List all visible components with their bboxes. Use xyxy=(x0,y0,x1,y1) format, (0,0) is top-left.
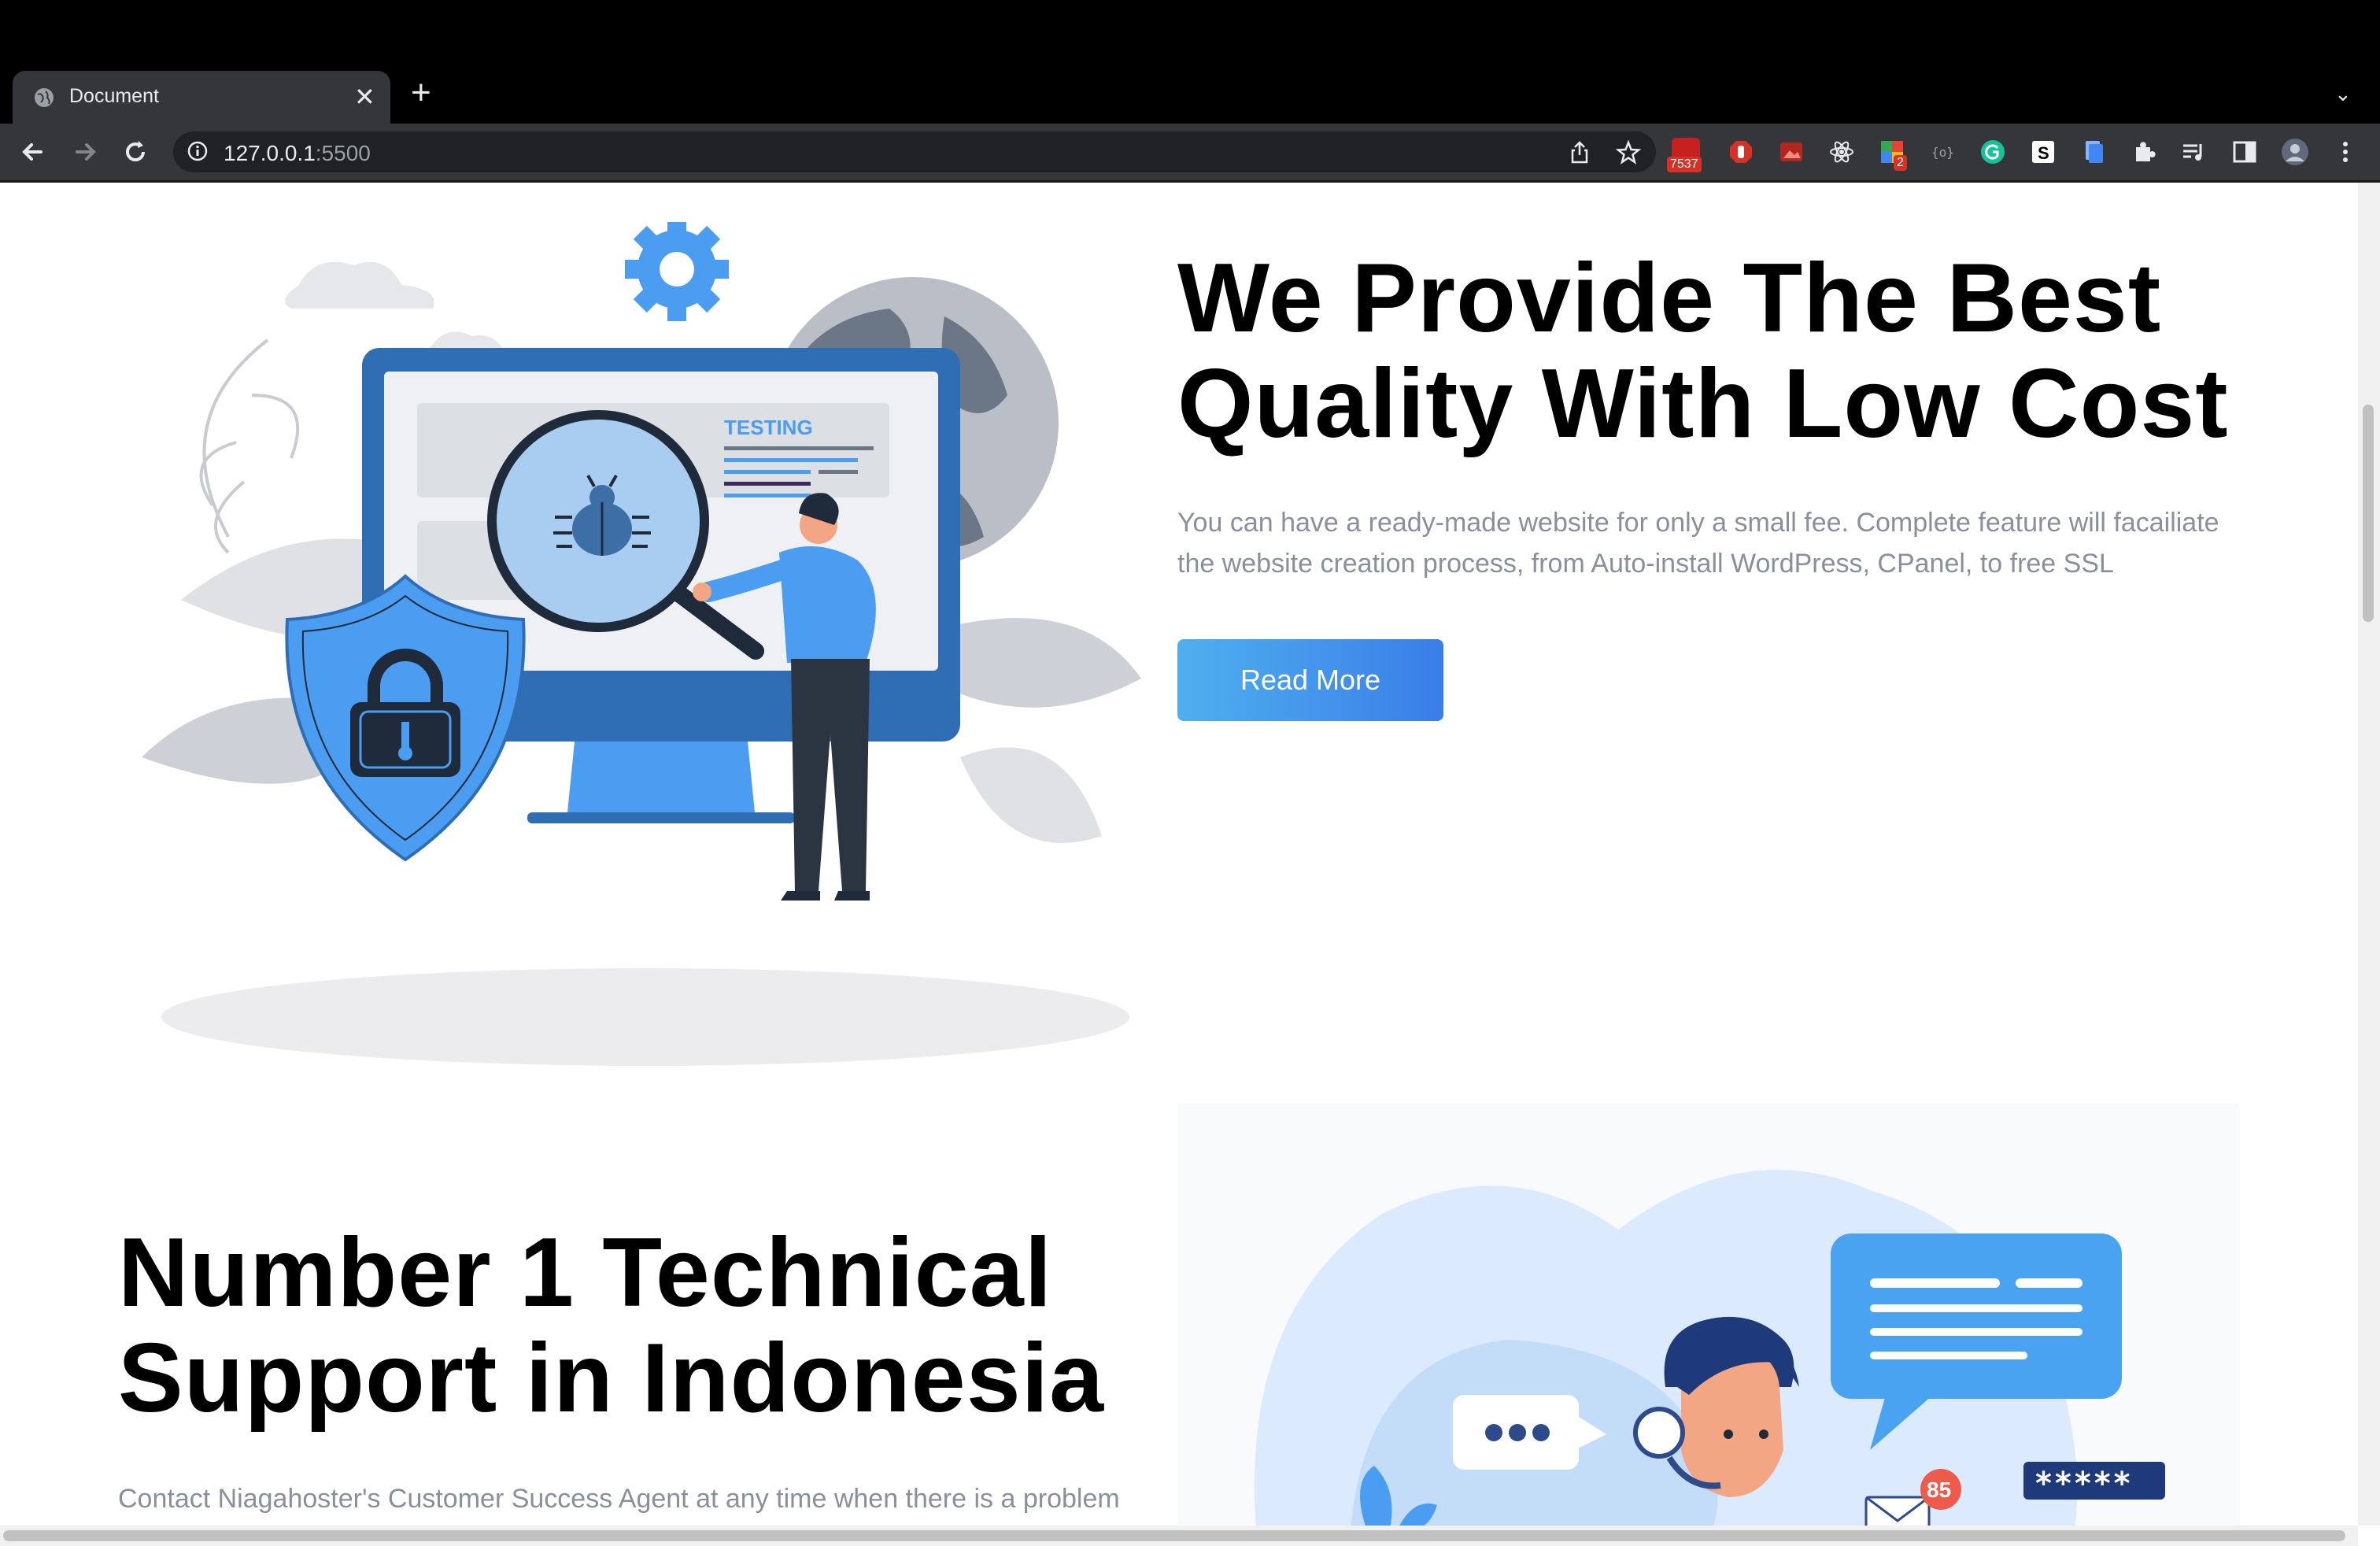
plant-leaf xyxy=(960,747,1102,843)
hero-title: We Provide The Best Quality With Low Cos… xyxy=(1177,246,2229,457)
globe-icon xyxy=(35,88,54,107)
mail-badge: 7537 xyxy=(1667,157,1702,172)
star-icon[interactable] xyxy=(1615,139,1642,166)
react-devtools-icon[interactable] xyxy=(1828,138,1856,166)
page-viewport: TESTING We Provide The Best Quality With… xyxy=(0,183,2358,1526)
cloud xyxy=(285,261,434,309)
support-title-line: Number 1 Technical xyxy=(118,1219,1053,1327)
browser-toolbar: 127.0.0.1:5500 7537 2 {o} S xyxy=(0,124,2380,180)
ground-shadow xyxy=(161,968,1129,1066)
hero-desc-line: the website creation process, from Auto-… xyxy=(1177,549,2114,579)
back-icon[interactable] xyxy=(17,136,49,168)
monitor-base xyxy=(527,812,795,823)
hero-desc-line: You can have a ready-made website for on… xyxy=(1177,508,2219,538)
scrollbar-thumb[interactable] xyxy=(2363,405,2374,622)
profile-avatar-icon[interactable] xyxy=(2281,138,2309,166)
forward-icon[interactable] xyxy=(69,136,101,168)
scrollbar-thumb[interactable] xyxy=(3,1530,2345,1541)
read-more-button[interactable]: Read More xyxy=(1177,639,1443,721)
image-extension-icon[interactable] xyxy=(1777,138,1805,166)
docs-extension-icon[interactable] xyxy=(2079,138,2108,166)
tab-title: Document xyxy=(69,85,159,107)
support-description: Contact Niagahoster's Customer Success A… xyxy=(118,1478,1204,1519)
grammarly-icon[interactable] xyxy=(1979,138,2007,166)
support-title-line: Support in Indonesia xyxy=(118,1324,1105,1433)
s-extension-icon[interactable]: S xyxy=(2029,138,2057,166)
support-desc-line: Contact Niagahoster's Customer Success A… xyxy=(118,1484,1120,1514)
svg-text:S: S xyxy=(2038,143,2049,163)
notification-count: 85 xyxy=(1927,1478,1951,1502)
support-illustration: ***** 85 xyxy=(1177,1104,2240,1526)
adblock-extension-icon[interactable] xyxy=(1727,138,1755,166)
side-panel-icon[interactable] xyxy=(2230,138,2259,166)
horizontal-scrollbar[interactable] xyxy=(0,1526,2358,1546)
url-text: 127.0.0.1:5500 xyxy=(224,141,371,165)
extension-badge: 2 xyxy=(1894,155,1907,171)
svg-text:{o}: {o} xyxy=(1931,145,1954,160)
share-icon[interactable] xyxy=(1566,139,1593,166)
hero-title-line: Quality With Low Cost xyxy=(1177,350,2229,458)
extensions-icon[interactable] xyxy=(2130,138,2158,166)
monitor-stand xyxy=(567,742,756,820)
info-icon[interactable] xyxy=(187,141,208,161)
password-field-icon: ***** xyxy=(2023,1462,2165,1502)
address-bar[interactable]: 127.0.0.1:5500 xyxy=(173,131,1656,172)
testing-label: TESTING xyxy=(724,416,813,439)
hero-title-line: We Provide The Best xyxy=(1177,244,2162,353)
browser-tab[interactable]: Document ✕ xyxy=(13,71,390,124)
support-title: Number 1 Technical Support in Indonesia xyxy=(118,1220,1104,1431)
tab-close-icon[interactable]: ✕ xyxy=(354,82,375,112)
gear-icon xyxy=(625,222,729,321)
password-mask: ***** xyxy=(2035,1466,2134,1502)
reload-icon[interactable] xyxy=(120,136,151,168)
tab-search-chevron-icon[interactable]: ⌄ xyxy=(2334,82,2352,106)
menu-icon[interactable] xyxy=(2331,138,2360,166)
plant-leaves xyxy=(199,338,300,554)
media-queue-icon[interactable] xyxy=(2180,138,2208,166)
hero-description: You can have a ready-made website for on… xyxy=(1177,502,2264,584)
new-tab-button[interactable]: + xyxy=(411,76,431,110)
json-extension-icon[interactable]: {o} xyxy=(1928,138,1957,166)
browser-tab-strip: Document ✕ + ⌄ xyxy=(0,0,2380,124)
testing-illustration: TESTING xyxy=(142,222,1141,1066)
vertical-scrollbar[interactable] xyxy=(2358,183,2380,1526)
